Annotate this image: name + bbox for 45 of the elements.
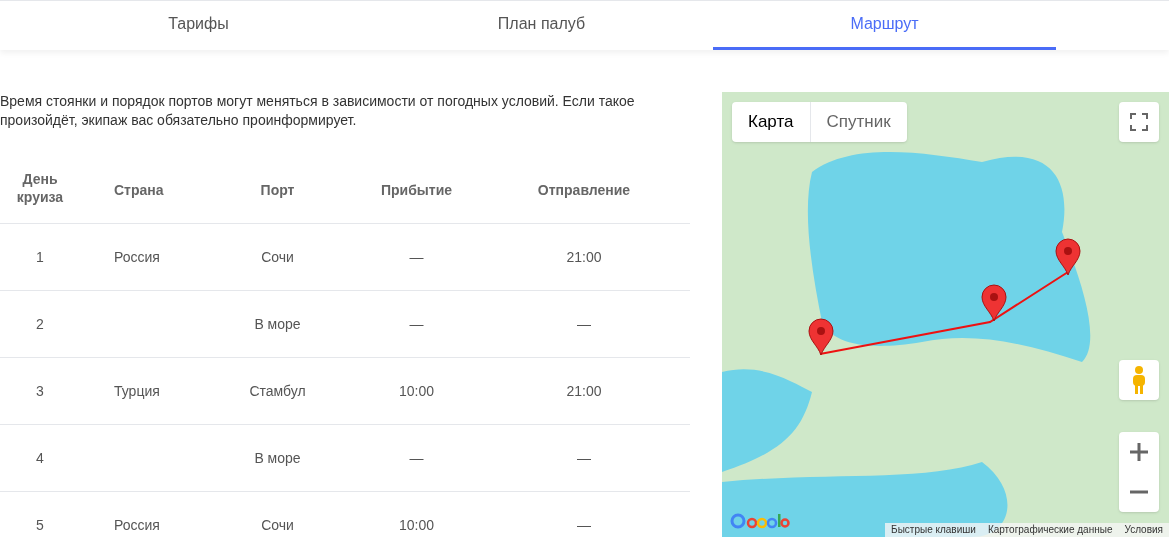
marker-icon [1055, 238, 1081, 276]
column-header: День круиза [15, 170, 65, 206]
table-cell: — [409, 316, 424, 332]
tab[interactable]: План палуб [370, 1, 713, 50]
table-cell: 3 [36, 383, 44, 399]
map-footer-link[interactable]: Быстрые клавиши [885, 523, 982, 537]
tab[interactable]: Тарифы [27, 1, 370, 50]
map-footer-link[interactable]: Условия [1118, 523, 1169, 537]
table-cell: — [409, 249, 424, 265]
person-icon [1131, 365, 1147, 395]
table-cell: — [409, 450, 424, 466]
table-cell: Сочи [261, 249, 294, 265]
notice-text: Время стоянки и порядок портов могут меняться в зависимости от погодных условий. Если такое произойдёт, экипаж вас обязательно проинформирует. [0, 92, 636, 130]
fullscreen-icon [1130, 113, 1148, 131]
table-cell: 4 [36, 450, 44, 466]
table-cell: В море [254, 450, 301, 466]
column-header: Порт [260, 180, 295, 199]
table-cell: 2 [36, 316, 44, 332]
marker-icon [808, 318, 834, 356]
table-cell: Сочи [261, 517, 294, 533]
table-cell: 5 [36, 517, 44, 533]
table-cell: — [577, 517, 591, 533]
fullscreen-button[interactable] [1119, 102, 1159, 142]
column-header: Страна [114, 180, 164, 199]
table-cell: Стамбул [249, 383, 306, 399]
table-cell: 10:00 [398, 383, 434, 399]
map-type-button[interactable]: Спутник [809, 102, 907, 142]
tab[interactable]: Маршрут [713, 1, 1056, 50]
table-cell: В море [254, 316, 301, 332]
table-cell: 21:00 [566, 249, 602, 265]
table-cell: 1 [36, 249, 44, 265]
table-cell: Россия [114, 249, 160, 265]
plus-icon [1130, 443, 1148, 461]
minus-icon [1130, 490, 1148, 494]
table-cell: Россия [114, 517, 160, 533]
table-cell: 10:00 [398, 517, 434, 533]
table-cell: — [577, 316, 591, 332]
table-cell: 21:00 [566, 383, 602, 399]
table-cell: — [577, 450, 591, 466]
table-cell: Турция [114, 383, 160, 399]
map-type-button[interactable]: Карта [732, 102, 810, 142]
marker-icon [981, 284, 1007, 322]
column-header: Отправление [537, 180, 631, 199]
map-footer-link[interactable]: Картографические данные [981, 523, 1119, 537]
column-header: Прибытие [380, 180, 453, 199]
